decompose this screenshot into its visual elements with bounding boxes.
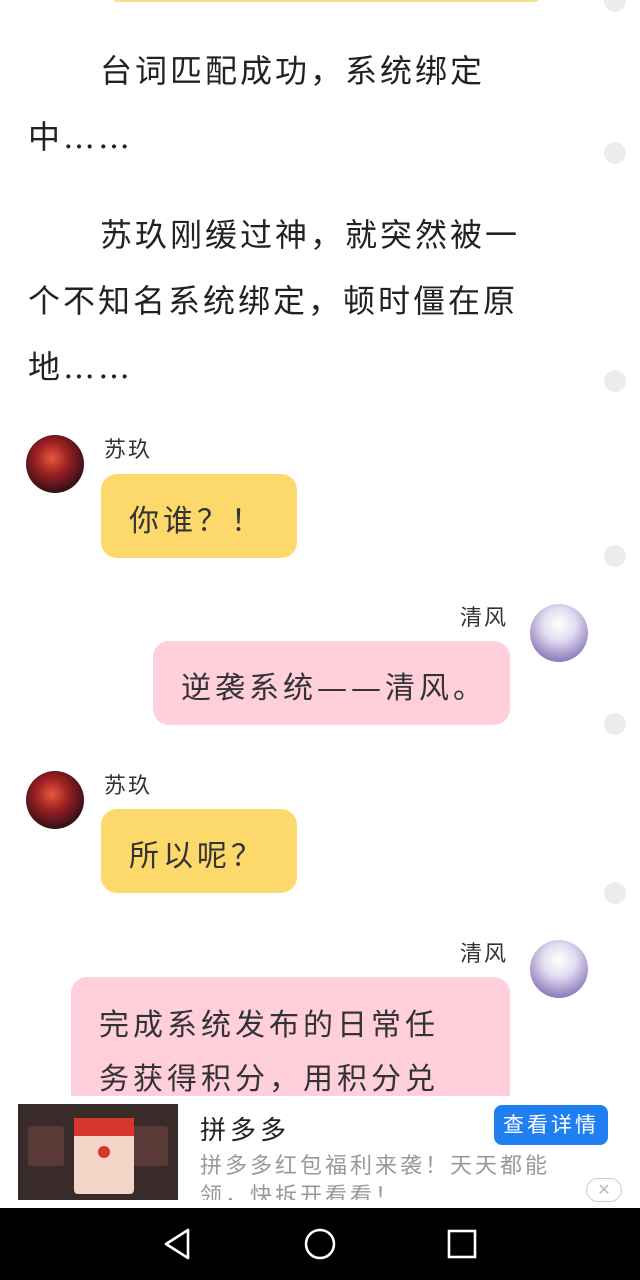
scroll-dot: [604, 142, 626, 164]
ad-banner[interactable]: 拼多多 拼多多红包福利来袭！天天都能领，快拆开看看！ 查看详情 ✕: [18, 1104, 622, 1202]
ad-title: 拼多多: [200, 1116, 291, 1146]
speaker-name: 清风: [460, 942, 509, 967]
scroll-dot: [604, 713, 626, 735]
recents-square-icon[interactable]: [442, 1224, 482, 1264]
previous-bubble-edge: [112, 0, 540, 2]
ad-description: 拼多多红包福利来袭！天天都能领，快拆开看看！: [200, 1154, 551, 1200]
ad-thumbnail-image[interactable]: [18, 1104, 178, 1200]
chat-bubble: 逆袭系统——清风。: [153, 641, 510, 725]
scroll-dot: [604, 370, 626, 392]
avatar-qingfeng[interactable]: [530, 604, 588, 662]
speaker-name: 清风: [460, 606, 509, 631]
avatar-sujiu[interactable]: [26, 435, 84, 493]
scroll-dot: [604, 0, 626, 12]
scroll-dot: [604, 882, 626, 904]
avatar-qingfeng[interactable]: [530, 940, 588, 998]
speaker-name: 苏玖: [104, 774, 153, 799]
avatar-sujiu[interactable]: [26, 771, 84, 829]
chat-bubble: 所以呢？: [101, 809, 297, 893]
chat-bubble: 完成系统发布的日常任务获得积分，用积分兑: [71, 977, 510, 1096]
view-details-button[interactable]: 查看详情: [494, 1105, 608, 1145]
scroll-dot: [604, 545, 626, 567]
reader-content[interactable]: 台词匹配成功，系统绑定中…… 苏玖刚缓过神，就突然被一个不知名系统绑定，顿时僵在…: [0, 0, 640, 1096]
story-paragraph: 苏玖刚缓过神，就突然被一个不知名系统绑定，顿时僵在原地……: [28, 216, 521, 386]
close-icon[interactable]: ✕: [586, 1178, 622, 1202]
system-navigation-bar: [0, 1208, 640, 1280]
story-paragraph: 台词匹配成功，系统绑定中……: [28, 52, 486, 156]
back-triangle-icon[interactable]: [158, 1224, 198, 1264]
chat-bubble: 你谁？！: [101, 474, 297, 558]
home-circle-icon[interactable]: [300, 1224, 340, 1264]
speaker-name: 苏玖: [104, 438, 153, 463]
